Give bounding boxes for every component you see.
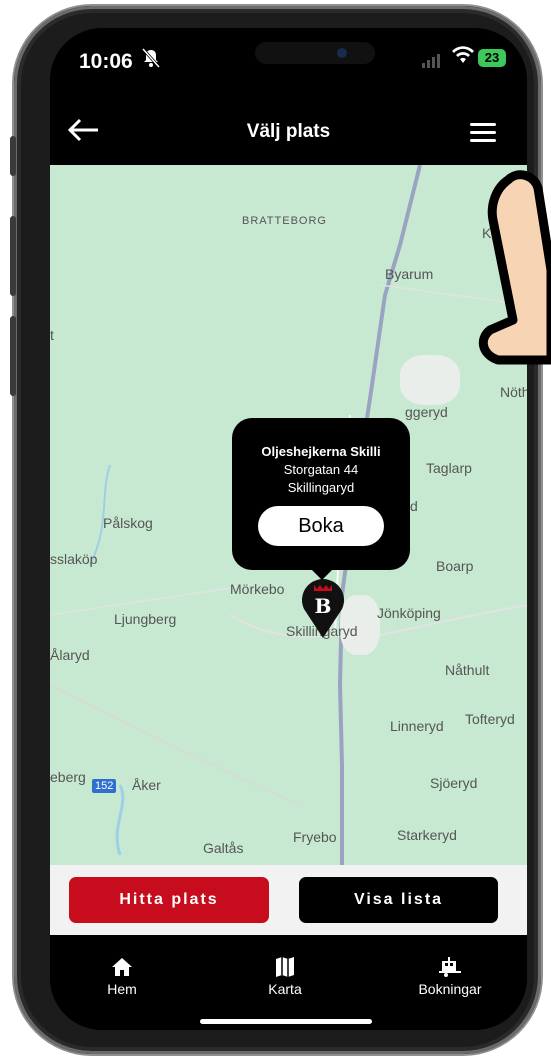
map-label: Linneryd [390, 718, 444, 734]
map-label: Ljungberg [114, 611, 177, 627]
tab-bookings-label: Bokningar [418, 981, 482, 997]
tab-home-label: Hem [107, 981, 137, 997]
map-label: sslaköp [50, 551, 98, 567]
volume-up-button [10, 216, 16, 296]
map-label: Fryebo [293, 829, 337, 845]
map-label: Mörkebo [230, 581, 285, 597]
app-screen: 10:06 23 Välj plats BRATTEBORG Byarum t … [50, 28, 527, 1030]
popup-city: Skillingaryd [287, 480, 355, 495]
map-label: Ålaryd [50, 647, 90, 663]
map-label: Åker [132, 777, 161, 793]
bottom-tab-bar: Hem Karta Bokningar [50, 935, 527, 1030]
camper-icon [439, 957, 461, 977]
map-label: Pålskog [103, 515, 153, 531]
silent-bell-icon [141, 48, 161, 73]
tab-map-label: Karta [268, 981, 302, 997]
status-time: 10:06 [79, 50, 133, 73]
find-location-button[interactable]: Hitta plats [69, 877, 269, 923]
map-label: eberg [50, 769, 86, 785]
popup-name: Oljeshejkerna Skilli [261, 444, 381, 459]
tab-home[interactable]: Hem [92, 955, 152, 997]
tab-map[interactable]: Karta [250, 955, 320, 997]
map-label: Boarp [436, 558, 474, 574]
book-button[interactable]: Boka [258, 506, 384, 546]
map-label: d [410, 498, 418, 514]
map-label: BRATTEBORG [242, 215, 327, 227]
hand-cursor-icon [478, 170, 551, 365]
location-popup: Oljeshejkerna Skilli Storgatan 44 Skilli… [232, 418, 410, 580]
wifi-icon [452, 46, 474, 70]
map-icon [276, 957, 294, 977]
volume-down-button [10, 316, 16, 396]
home-indicator [200, 1019, 372, 1024]
app-bar: Välj plats [50, 103, 527, 163]
show-list-button[interactable]: Visa lista [299, 877, 498, 923]
signal-icon [422, 54, 440, 68]
map-label: Taglarp [426, 460, 472, 476]
map-label: Nåthult [445, 662, 490, 678]
town-area [400, 355, 460, 405]
map-label: Galtås [203, 840, 244, 856]
map-view[interactable]: BRATTEBORG Kränge Byarum t Nöthu ggeryd … [50, 165, 527, 865]
map-label: t [50, 327, 54, 343]
location-pin-icon[interactable]: B [300, 577, 346, 639]
home-icon [112, 958, 132, 976]
pin-letter: B [315, 594, 332, 618]
map-label: Sjöeryd [430, 775, 478, 791]
map-label: ggeryd [405, 404, 448, 420]
tab-bookings[interactable]: Bokningar [405, 955, 495, 997]
route-shield: 152 [92, 779, 117, 793]
battery-indicator: 23 [478, 49, 506, 67]
map-label: Jönköping [377, 605, 441, 621]
dynamic-island [255, 42, 375, 64]
status-bar: 10:06 23 [50, 28, 527, 98]
hamburger-menu-icon[interactable] [470, 123, 496, 143]
mute-switch [10, 136, 16, 176]
page-title: Välj plats [246, 121, 331, 142]
action-bar: Hitta plats Visa lista [50, 865, 527, 935]
map-label: Tofteryd [465, 711, 515, 727]
popup-street: Storgatan 44 [283, 462, 359, 477]
map-label: Starkeryd [397, 827, 457, 843]
map-label: Byarum [385, 266, 434, 282]
